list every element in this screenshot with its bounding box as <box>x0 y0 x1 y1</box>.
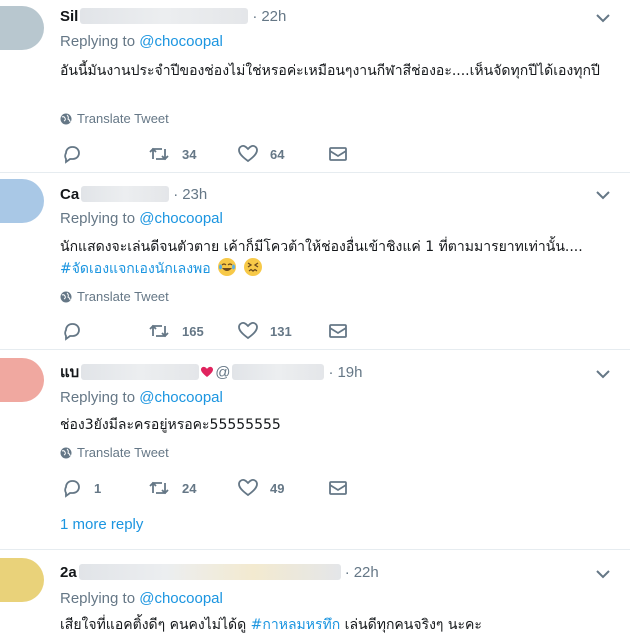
like-button[interactable]: 131 <box>238 319 292 343</box>
tweet-text-block: นักแสดงจะเล่นดีจนตัวตาย เค้าก็มีโควต้าให… <box>60 236 620 280</box>
replying-handle-link[interactable]: @chocoopal <box>139 590 223 607</box>
replying-label: Replying to <box>60 389 136 406</box>
retweet-icon <box>149 324 169 338</box>
translate-label: Translate Tweet <box>77 445 169 460</box>
hashtag-link[interactable]: #กาหลมหรทึก <box>251 617 341 633</box>
separator-dot: · <box>328 363 334 381</box>
like-count: 64 <box>270 146 285 162</box>
face-with-tears-of-joy-icon <box>218 258 237 276</box>
translate-tweet-link[interactable]: Translate Tweet <box>60 445 169 460</box>
heart-icon <box>238 479 258 497</box>
reply-icon <box>64 480 80 498</box>
reply-button[interactable] <box>62 319 94 343</box>
tweet-text: ช่อง3ยังมีละครอยู่หรอคะ55555555 <box>60 417 281 433</box>
envelope-icon <box>329 324 347 338</box>
direct-message-button[interactable] <box>328 319 348 343</box>
hashtag-link[interactable]: #จัดเองแจกเองนักเลงพอ <box>60 261 211 277</box>
retweet-icon <box>149 481 169 495</box>
blurred-username <box>81 364 200 380</box>
replying-label: Replying to <box>60 210 136 227</box>
direct-message-button[interactable] <box>328 142 348 166</box>
tweet-hashtag-line: #จัดเองแจกเองนักเลงพอ <box>60 258 620 280</box>
retweet-count: 24 <box>182 480 197 496</box>
translate-label: Translate Tweet <box>77 289 169 304</box>
separator-dot: · <box>173 185 179 203</box>
globe-icon <box>60 291 72 302</box>
direct-message-button[interactable] <box>328 476 348 500</box>
chevron-down-icon[interactable] <box>594 565 612 583</box>
timestamp[interactable]: 22h <box>354 564 379 581</box>
tweet-1[interactable]: Sil · 22h Replying to @chocoopal อันนี้ม… <box>0 0 630 172</box>
envelope-icon <box>329 147 347 161</box>
show-more-replies-link[interactable]: 1 more reply <box>60 516 143 533</box>
replying-handle-link[interactable]: @chocoopal <box>139 389 223 406</box>
replying-handle-link[interactable]: @chocoopal <box>139 33 223 50</box>
avatar[interactable] <box>0 6 44 50</box>
replying-to: Replying to @chocoopal <box>60 389 223 406</box>
tweet-text: นักแสดงจะเล่นดีจนตัวตาย เค้าก็มีโควต้าให… <box>60 239 583 255</box>
confounded-face-icon <box>243 258 262 276</box>
chevron-down-icon[interactable] <box>594 9 612 27</box>
tweet-4[interactable]: 2a · 22h Replying to @chocoopal เสียใจที… <box>0 550 630 644</box>
replies-feed: Sil · 22h Replying to @chocoopal อันนี้ม… <box>0 0 630 644</box>
display-name[interactable]: Sil <box>60 8 78 25</box>
replying-label: Replying to <box>60 33 136 50</box>
translate-tweet-link[interactable]: Translate Tweet <box>60 289 169 304</box>
translate-label: Translate Tweet <box>77 111 169 126</box>
separator-dot: · <box>252 7 258 25</box>
like-button[interactable]: 64 <box>238 142 284 166</box>
retweet-button[interactable]: 24 <box>148 476 196 500</box>
reply-count: 1 <box>94 480 102 496</box>
handle-prefix[interactable]: @ <box>215 364 230 381</box>
retweet-button[interactable]: 165 <box>148 319 204 343</box>
display-name[interactable]: 2a <box>60 564 77 581</box>
replying-to: Replying to @chocoopal <box>60 33 223 50</box>
globe-icon <box>60 447 72 458</box>
reply-button[interactable] <box>62 142 94 166</box>
timestamp[interactable]: 19h <box>337 364 362 381</box>
tweet-text-before: เสียใจที่แอคติ้งดีๆ คนคงไม่ได้ดู <box>60 617 251 633</box>
avatar[interactable] <box>0 358 44 402</box>
retweet-icon <box>149 147 169 161</box>
avatar[interactable] <box>0 558 44 602</box>
heart-icon <box>238 145 258 163</box>
replying-to: Replying to @chocoopal <box>60 590 223 607</box>
display-name[interactable]: แบ <box>60 360 79 384</box>
heart-emoji-icon <box>201 366 214 377</box>
like-count: 49 <box>270 480 285 496</box>
replying-label: Replying to <box>60 590 136 607</box>
tweet-text: อันนี้มันงานประจำปีของช่องไม่ใช่หรอค่ะเห… <box>60 63 600 79</box>
globe-icon <box>60 113 72 124</box>
replying-to: Replying to @chocoopal <box>60 210 223 227</box>
timestamp[interactable]: 23h <box>182 186 207 203</box>
tweet-2[interactable]: Ca · 23h Replying to @chocoopal นักแสดงจ… <box>0 173 630 349</box>
heart-icon <box>238 322 258 340</box>
chevron-down-icon[interactable] <box>594 365 612 383</box>
separator-dot: · <box>344 563 350 581</box>
tweet-3[interactable]: แบ @ · 19h Replying to @chocoopal ช่อง3ย… <box>0 350 630 549</box>
retweet-count: 165 <box>182 323 204 339</box>
chevron-down-icon[interactable] <box>594 186 612 204</box>
replying-handle-link[interactable]: @chocoopal <box>139 210 223 227</box>
reply-button[interactable]: 1 <box>62 476 101 500</box>
like-button[interactable]: 49 <box>238 476 284 500</box>
like-count: 131 <box>270 323 292 339</box>
blurred-handle <box>232 364 325 380</box>
display-name[interactable]: Ca <box>60 186 79 203</box>
blurred-username <box>80 8 249 24</box>
translate-tweet-link[interactable]: Translate Tweet <box>60 111 169 126</box>
timestamp[interactable]: 22h <box>261 8 286 25</box>
retweet-count: 34 <box>182 146 197 162</box>
envelope-icon <box>329 481 347 495</box>
reply-icon <box>64 323 80 341</box>
tweet-text-after: เล่นดีทุกคนจริงๆ นะคะ <box>340 617 482 633</box>
tweet-text-block: เสียใจที่แอคติ้งดีๆ คนคงไม่ได้ดู #กาหลมห… <box>60 614 620 636</box>
retweet-button[interactable]: 34 <box>148 142 196 166</box>
blurred-username <box>81 186 170 202</box>
avatar[interactable] <box>0 179 44 223</box>
blurred-username <box>78 564 341 580</box>
reply-icon <box>64 146 80 164</box>
